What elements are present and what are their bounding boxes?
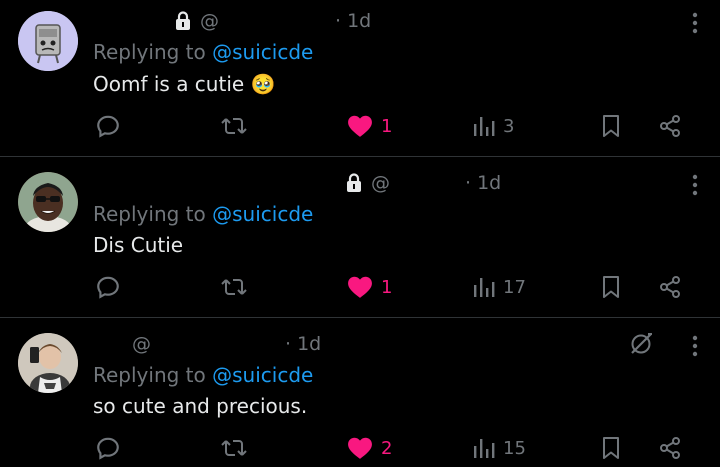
reply-icon [97, 276, 119, 299]
replying-to: Replying to @suicicde [93, 40, 313, 64]
repost-button[interactable] [220, 111, 248, 141]
like-button[interactable]: 1 [347, 111, 392, 141]
bookmark-button[interactable] [601, 433, 621, 463]
avatar[interactable] [18, 172, 78, 232]
views-chart-icon [474, 117, 495, 136]
tweet-text: Oomf is a cutie 🥹 [93, 72, 276, 96]
replying-to: Replying to @suicicde [93, 202, 313, 226]
like-button[interactable]: 1 [347, 272, 392, 302]
share-button[interactable] [658, 272, 682, 302]
views-chart-icon [474, 439, 495, 458]
heart-filled-icon [348, 276, 372, 298]
more-options-icon[interactable] [692, 335, 698, 357]
avatar[interactable] [18, 333, 78, 393]
replying-prefix: Replying to [93, 40, 206, 64]
replying-prefix: Replying to [93, 363, 206, 387]
reply-button[interactable] [95, 272, 121, 302]
like-count: 2 [381, 437, 393, 459]
replying-handle-link[interactable]: @suicicde [212, 363, 313, 387]
action-bar: 1 17 [0, 272, 720, 302]
reply-button[interactable] [95, 111, 121, 141]
handle-at: @ [200, 10, 219, 32]
share-icon [660, 115, 680, 137]
views-chart-icon [474, 278, 495, 297]
views-button[interactable]: 3 [473, 111, 514, 141]
reply-icon [97, 437, 119, 460]
more-options-icon[interactable] [692, 12, 698, 34]
tweet-text: Dis Cutie [93, 233, 184, 257]
like-count: 1 [381, 115, 393, 137]
repost-button[interactable] [220, 433, 248, 463]
replying-handle-link[interactable]: @suicicde [212, 202, 313, 226]
bookmark-icon [603, 437, 619, 459]
heart-filled-icon [348, 437, 372, 459]
repost-button[interactable] [220, 272, 248, 302]
bookmark-button[interactable] [601, 111, 621, 141]
lock-icon [176, 11, 190, 30]
repost-icon [221, 440, 247, 456]
handle-at: @ [132, 333, 151, 355]
action-bar: 1 3 [0, 111, 720, 141]
view-count: 17 [503, 276, 526, 298]
share-icon [660, 276, 680, 298]
reply-icon [97, 115, 119, 138]
tweet-2[interactable]: @ · 1d Replying to @suicicde Dis Cutie 1 [0, 157, 720, 318]
replying-handle-link[interactable]: @suicicde [212, 40, 313, 64]
avatar[interactable] [18, 11, 78, 71]
views-button[interactable]: 15 [473, 433, 526, 463]
view-count: 3 [503, 115, 515, 137]
replying-to: Replying to @suicicde [93, 363, 313, 387]
view-count: 15 [503, 437, 526, 459]
grok-icon[interactable] [628, 331, 654, 357]
views-button[interactable]: 17 [473, 272, 526, 302]
tweet-3[interactable]: @ · 1d Replying to @suicicde so cute and… [0, 318, 720, 467]
like-count: 1 [381, 276, 393, 298]
tweet-1[interactable]: @ · 1d Replying to @suicicde Oomf is a c… [0, 0, 720, 157]
action-bar: 2 15 [0, 433, 720, 463]
timestamp[interactable]: · 1d [465, 172, 501, 194]
more-options-icon[interactable] [692, 174, 698, 196]
replying-prefix: Replying to [93, 202, 206, 226]
share-button[interactable] [658, 433, 682, 463]
handle-at: @ [371, 172, 390, 194]
share-icon [660, 437, 680, 459]
bookmark-icon [603, 276, 619, 298]
timestamp[interactable]: · 1d [335, 10, 371, 32]
timestamp[interactable]: · 1d [285, 333, 321, 355]
share-button[interactable] [658, 111, 682, 141]
repost-icon [221, 279, 247, 295]
bookmark-button[interactable] [601, 272, 621, 302]
repost-icon [221, 118, 247, 134]
tweet-text: so cute and precious. [93, 394, 308, 418]
like-button[interactable]: 2 [347, 433, 392, 463]
heart-filled-icon [348, 115, 372, 137]
reply-button[interactable] [95, 433, 121, 463]
bookmark-icon [603, 115, 619, 137]
lock-icon [347, 173, 361, 192]
